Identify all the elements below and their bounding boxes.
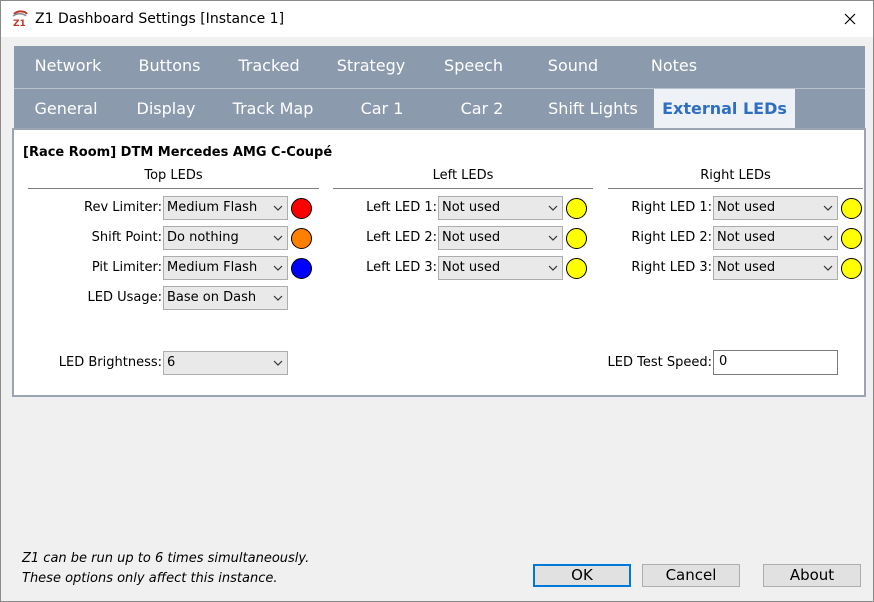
chevron-down-icon xyxy=(273,265,283,271)
ok-button[interactable]: OK xyxy=(533,564,631,587)
tab-shift-lights[interactable]: Shift Lights xyxy=(532,89,654,131)
left-led-2-label: Left LED 2: xyxy=(366,230,437,245)
shift-point-select[interactable]: Do nothing xyxy=(163,226,288,250)
tab-track-map[interactable]: Track Map xyxy=(214,89,332,131)
left-led-2-select[interactable]: Not used xyxy=(438,226,563,250)
tab-sound[interactable]: Sound xyxy=(526,46,620,88)
right-led-3-select[interactable]: Not used xyxy=(713,256,838,280)
left-led-1-indicator[interactable] xyxy=(566,198,587,219)
cancel-button[interactable]: Cancel xyxy=(642,564,740,587)
led-usage-select[interactable]: Base on Dash xyxy=(163,286,288,310)
chevron-down-icon xyxy=(548,265,558,271)
chevron-down-icon xyxy=(273,295,283,301)
tab-row-2: General Display Track Map Car 1 Car 2 Sh… xyxy=(14,88,865,131)
tab-tracked[interactable]: Tracked xyxy=(217,46,321,88)
rev-limiter-select[interactable]: Medium Flash xyxy=(163,196,288,220)
left-led-3-indicator[interactable] xyxy=(566,258,587,279)
window-title: Z1 Dashboard Settings [Instance 1] xyxy=(35,11,285,27)
chevron-down-icon xyxy=(823,205,833,211)
chevron-down-icon xyxy=(273,205,283,211)
led-test-speed-label: LED Test Speed: xyxy=(607,355,712,370)
led-brightness-select[interactable]: 6 xyxy=(163,351,288,375)
chevron-down-icon xyxy=(548,235,558,241)
left-led-3-select[interactable]: Not used xyxy=(438,256,563,280)
right-led-1-label: Right LED 1: xyxy=(631,200,712,215)
right-led-3-indicator[interactable] xyxy=(841,258,862,279)
shift-point-led[interactable] xyxy=(291,228,312,249)
close-icon xyxy=(844,13,856,25)
right-led-1-select[interactable]: Not used xyxy=(713,196,838,220)
left-led-1-select[interactable]: Not used xyxy=(438,196,563,220)
right-leds-heading: Right LEDs xyxy=(608,168,863,189)
rev-limiter-led[interactable] xyxy=(291,198,312,219)
right-led-2-select[interactable]: Not used xyxy=(713,226,838,250)
left-led-3-label: Left LED 3: xyxy=(366,260,437,275)
instance-info-line-1: Z1 can be run up to 6 times simultaneous… xyxy=(22,551,310,566)
tab-car-2[interactable]: Car 2 xyxy=(432,89,532,131)
top-leds-heading: Top LEDs xyxy=(28,168,319,189)
tab-car-1[interactable]: Car 1 xyxy=(332,89,432,131)
right-led-2-label: Right LED 2: xyxy=(631,230,712,245)
pit-limiter-led[interactable] xyxy=(291,258,312,279)
tab-strategy[interactable]: Strategy xyxy=(321,46,421,88)
chevron-down-icon xyxy=(823,235,833,241)
about-button[interactable]: About xyxy=(763,564,861,587)
shift-point-label: Shift Point: xyxy=(91,230,162,245)
chevron-down-icon xyxy=(273,235,283,241)
tab-display[interactable]: Display xyxy=(118,89,214,131)
settings-window: Z1 Z1 Dashboard Settings [Instance 1] Ne… xyxy=(0,0,874,602)
left-leds-heading: Left LEDs xyxy=(333,168,593,189)
right-led-1-indicator[interactable] xyxy=(841,198,862,219)
left-led-1-label: Left LED 1: xyxy=(366,200,437,215)
chevron-down-icon xyxy=(548,205,558,211)
tab-buttons[interactable]: Buttons xyxy=(122,46,217,88)
car-name: [Race Room] DTM Mercedes AMG C-Coupé xyxy=(23,145,333,160)
led-brightness-label: LED Brightness: xyxy=(58,355,162,370)
left-led-2-indicator[interactable] xyxy=(566,228,587,249)
pit-limiter-label: Pit Limiter: xyxy=(91,260,162,275)
external-leds-panel: [Race Room] DTM Mercedes AMG C-Coupé Top… xyxy=(12,128,866,397)
svg-text:Z1: Z1 xyxy=(13,19,26,28)
title-bar: Z1 Z1 Dashboard Settings [Instance 1] xyxy=(1,1,873,37)
z1-app-icon: Z1 xyxy=(12,10,28,28)
right-led-2-indicator[interactable] xyxy=(841,228,862,249)
chevron-down-icon xyxy=(273,360,283,366)
rev-limiter-label: Rev Limiter: xyxy=(84,200,162,215)
instance-info-line-2: These options only affect this instance. xyxy=(22,571,278,586)
pit-limiter-select[interactable]: Medium Flash xyxy=(163,256,288,280)
close-button[interactable] xyxy=(827,1,873,37)
tab-network[interactable]: Network xyxy=(14,46,122,88)
right-led-3-label: Right LED 3: xyxy=(631,260,712,275)
led-usage-label: LED Usage: xyxy=(87,290,162,305)
tab-row-1: Network Buttons Tracked Strategy Speech … xyxy=(14,46,865,88)
led-test-speed-input[interactable]: 0 xyxy=(713,350,838,375)
tab-notes[interactable]: Notes xyxy=(620,46,728,88)
tab-general[interactable]: General xyxy=(14,89,118,131)
chevron-down-icon xyxy=(823,265,833,271)
tab-external-leds[interactable]: External LEDs xyxy=(654,89,795,131)
tab-speech[interactable]: Speech xyxy=(421,46,526,88)
